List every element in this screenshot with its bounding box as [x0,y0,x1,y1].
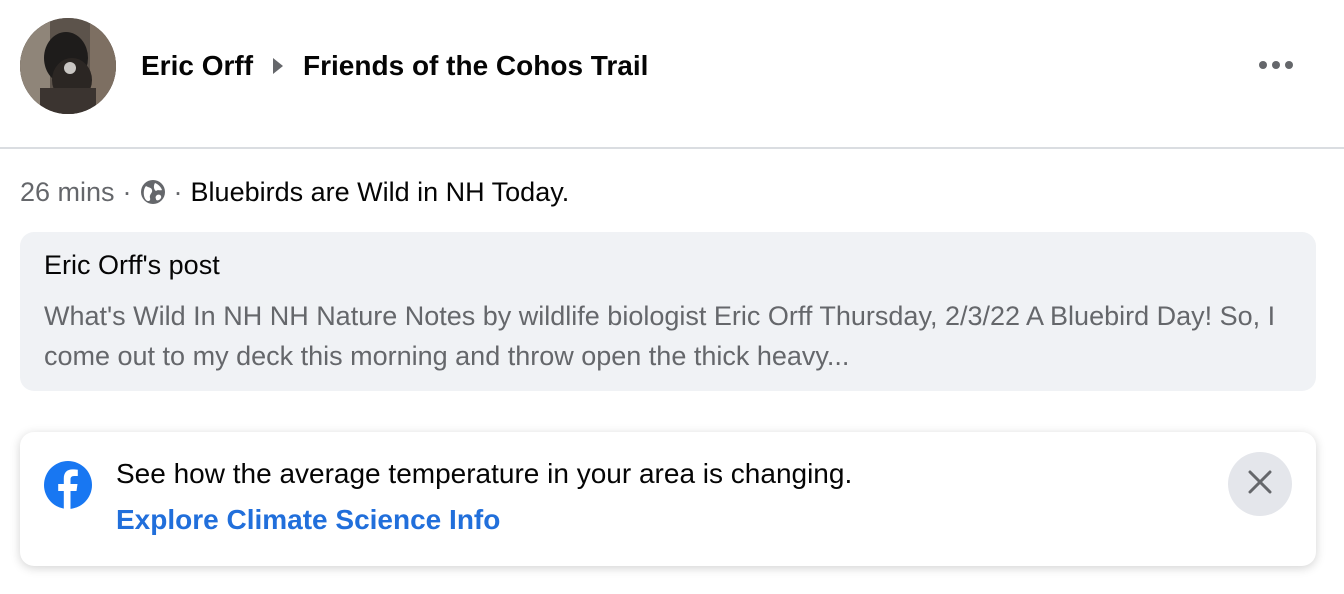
header-names: Eric Orff Friends of the Cohos Trail [141,48,648,84]
post-header: Eric Orff Friends of the Cohos Trail [0,0,1344,149]
shared-post-excerpt: What's Wild In NH NH Nature Notes by wil… [44,301,1276,371]
facebook-logo-icon [43,460,93,510]
climate-info-banner: See how the average temperature in your … [20,432,1316,566]
post-timestamp[interactable]: 26 mins [20,177,115,208]
caret-right-icon [271,56,285,76]
close-icon [1247,469,1273,500]
more-horizontal-icon [1258,57,1294,75]
meta-separator: · [122,176,132,207]
meta-separator: · [173,176,183,207]
post-meta: 26 mins · · Bluebirds are Wild in NH Tod… [20,174,569,210]
author-name[interactable]: Eric Orff [141,50,253,82]
shared-post-card[interactable]: Eric Orff's post What's Wild In NH NH Na… [20,232,1316,391]
more-options-button[interactable] [1244,46,1308,86]
banner-text: See how the average temperature in your … [116,458,853,489]
globe-icon[interactable] [140,179,166,205]
post-text: Bluebirds are Wild in NH Today. [190,176,570,207]
avatar[interactable] [20,18,116,114]
close-banner-button[interactable] [1228,452,1292,516]
group-name[interactable]: Friends of the Cohos Trail [303,50,648,82]
shared-post-title: Eric Orff's post [44,250,220,280]
post-container: Eric Orff Friends of the Cohos Trail 26 … [0,0,1344,594]
explore-climate-link[interactable]: Explore Climate Science Info [116,504,500,536]
